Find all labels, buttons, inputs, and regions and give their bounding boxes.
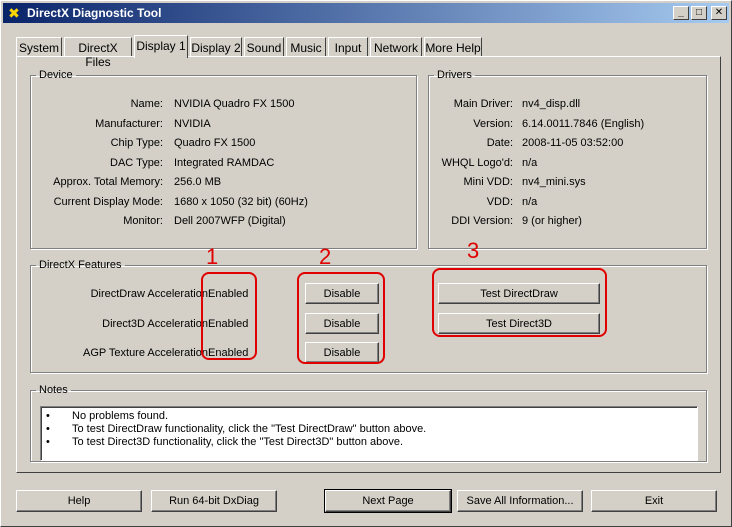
- device-legend: Device: [39, 69, 73, 81]
- display-tab-panel: Device Name: NVIDIA Quadro FX 1500 Manuf…: [16, 56, 721, 473]
- drivers-legend: Drivers: [437, 69, 472, 81]
- note-text: To test Direct3D functionality, click th…: [72, 436, 404, 448]
- total-memory-label: Approx. Total Memory:: [53, 176, 163, 188]
- manufacturer-value: NVIDIA: [174, 118, 211, 130]
- maximize-button[interactable]: □: [691, 6, 707, 20]
- chip-type-value: Quadro FX 1500: [174, 137, 256, 149]
- device-group: Device Name: NVIDIA Quadro FX 1500 Manuf…: [30, 69, 417, 249]
- version-label: Version:: [473, 118, 513, 130]
- directx-app-icon: ✖: [8, 5, 20, 21]
- monitor-value: Dell 2007WFP (Digital): [174, 215, 286, 227]
- window-title: DirectX Diagnostic Tool: [27, 6, 162, 20]
- note-line: • To test DirectDraw functionality, clic…: [46, 423, 697, 436]
- date-label: Date:: [486, 137, 513, 149]
- annotation-box-2: [297, 272, 385, 364]
- device-name-label: Name:: [130, 98, 163, 110]
- chip-type-label: Chip Type:: [110, 137, 163, 149]
- note-text: To test DirectDraw functionality, click …: [72, 423, 427, 435]
- display-mode-label: Current Display Mode:: [53, 196, 163, 208]
- annotation-box-1: [201, 272, 257, 360]
- vdd-value: n/a: [522, 196, 538, 208]
- whql-value: n/a: [522, 157, 538, 169]
- note-bullet: •: [46, 423, 50, 435]
- tab-more-help[interactable]: More Help: [424, 37, 482, 57]
- drivers-group: Drivers Main Driver: nv4_disp.dll Versio…: [428, 69, 707, 249]
- tab-display-1[interactable]: Display 1: [134, 35, 188, 58]
- notes-group: Notes • No problems found. • To test Dir…: [30, 384, 707, 462]
- direct3d-accel-label: Direct3D Acceleration:: [102, 318, 211, 330]
- tab-network[interactable]: Network: [370, 37, 422, 57]
- help-button[interactable]: Help: [16, 490, 142, 512]
- main-driver-label: Main Driver:: [453, 98, 513, 110]
- tab-display-2[interactable]: Display 2: [190, 37, 242, 57]
- whql-label: WHQL Logo'd:: [441, 157, 513, 169]
- ddi-version-value: 9 (or higher): [522, 215, 582, 227]
- annotation-number-1: 1: [206, 244, 219, 269]
- notes-textbox[interactable]: • No problems found. • To test DirectDra…: [40, 406, 698, 461]
- minimize-button[interactable]: _: [673, 6, 689, 20]
- tab-sound[interactable]: Sound: [244, 37, 284, 57]
- annotation-box-3: [432, 268, 607, 337]
- tab-music[interactable]: Music: [286, 37, 326, 57]
- agp-texture-accel-label: AGP Texture Acceleration:: [83, 347, 211, 359]
- version-value: 6.14.0011.7846 (English): [522, 118, 645, 130]
- ddi-version-label: DDI Version:: [451, 215, 513, 227]
- mini-vdd-value: nv4_mini.sys: [522, 176, 586, 188]
- tab-input[interactable]: Input: [328, 37, 368, 57]
- tab-strip: System DirectX Files Display 1 Display 2…: [16, 35, 716, 69]
- note-line: • No problems found.: [46, 410, 697, 423]
- dac-type-label: DAC Type:: [110, 157, 163, 169]
- features-legend: DirectX Features: [39, 259, 122, 271]
- main-driver-value: nv4_disp.dll: [522, 98, 581, 110]
- title-bar[interactable]: ✖ DirectX Diagnostic Tool _ □ ✕: [3, 3, 729, 23]
- close-button[interactable]: ✕: [711, 6, 727, 20]
- tab-system[interactable]: System: [16, 37, 62, 57]
- note-text: No problems found.: [72, 410, 168, 422]
- dac-type-value: Integrated RAMDAC: [174, 157, 275, 169]
- notes-legend: Notes: [39, 384, 68, 396]
- annotation-number-3: 3: [467, 238, 480, 263]
- save-all-information-button[interactable]: Save All Information...: [457, 490, 583, 512]
- mini-vdd-label: Mini VDD:: [463, 176, 513, 188]
- tab-directx-files[interactable]: DirectX Files: [64, 37, 132, 69]
- dxdiag-window: ✖ DirectX Diagnostic Tool _ □ ✕ System D…: [0, 0, 732, 527]
- display-mode-value: 1680 x 1050 (32 bit) (60Hz): [174, 196, 308, 208]
- total-memory-value: 256.0 MB: [174, 176, 222, 188]
- note-line: • To test Direct3D functionality, click …: [46, 436, 697, 449]
- next-page-button[interactable]: Next Page: [324, 489, 452, 513]
- note-bullet: •: [46, 436, 50, 448]
- run-64bit-dxdiag-button[interactable]: Run 64-bit DxDiag: [151, 490, 277, 512]
- annotation-number-2: 2: [319, 244, 332, 269]
- date-value: 2008-11-05 03:52:00: [522, 137, 624, 149]
- monitor-label: Monitor:: [123, 215, 163, 227]
- exit-button[interactable]: Exit: [591, 490, 717, 512]
- vdd-label: VDD:: [486, 196, 513, 208]
- device-name-value: NVIDIA Quadro FX 1500: [174, 98, 295, 110]
- directdraw-accel-label: DirectDraw Acceleration:: [90, 288, 211, 300]
- manufacturer-label: Manufacturer:: [95, 118, 163, 130]
- note-bullet: •: [46, 410, 50, 422]
